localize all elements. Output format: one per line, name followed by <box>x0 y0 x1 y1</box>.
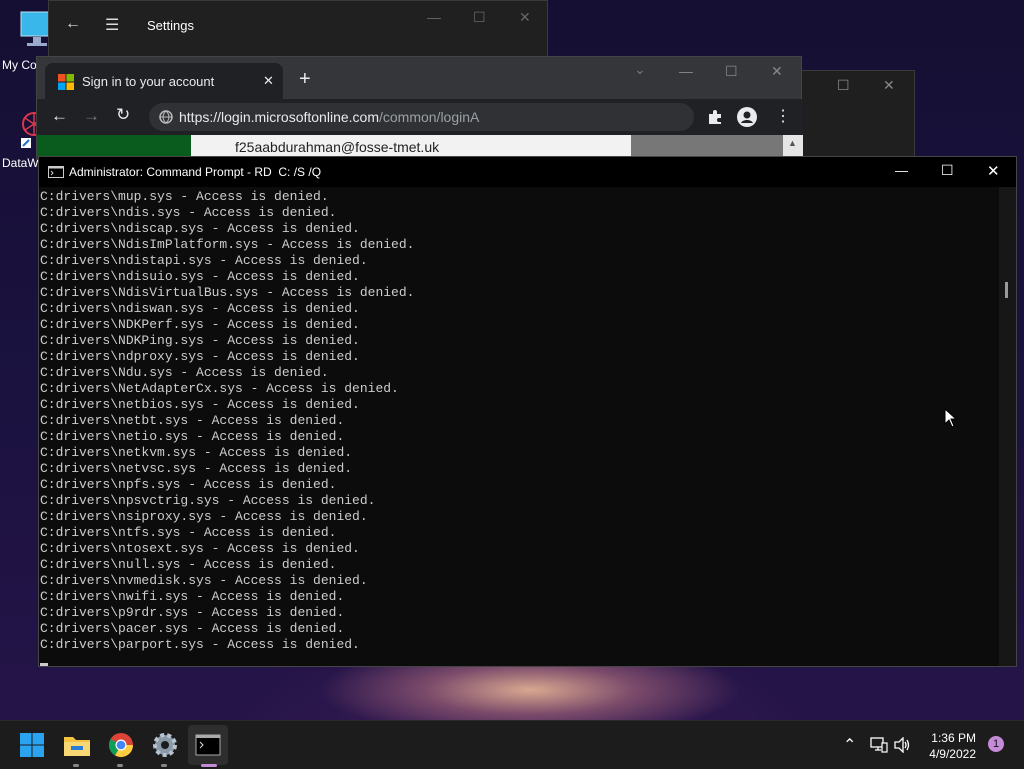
profile-avatar-icon[interactable] <box>737 107 757 127</box>
system-clock[interactable]: 1:36 PM 4/9/2022 <box>929 730 976 762</box>
cmd-scrollbar[interactable] <box>999 187 1016 666</box>
cmd-titlebar[interactable]: Administrator: Command Prompt - RD C: /S… <box>39 157 1016 187</box>
running-indicator <box>117 764 123 767</box>
console-line: C:drivers\netbt.sys - Access is denied. <box>40 413 345 428</box>
mouse-pointer-icon <box>944 408 958 428</box>
cmd-scrollbar-thumb[interactable] <box>1005 282 1008 298</box>
console-line: C:drivers\netvsc.sys - Access is denied. <box>40 461 353 476</box>
url-text: https://login.microsoftonline.com/common… <box>179 109 479 125</box>
address-bar[interactable]: https://login.microsoftonline.com/common… <box>149 103 694 131</box>
url-path: /common/loginA <box>378 109 480 125</box>
chrome-icon[interactable] <box>105 729 137 761</box>
console-line: C:drivers\ndistapi.sys - Access is denie… <box>40 253 368 268</box>
show-hidden-icons-chevron[interactable]: ⌃ <box>843 735 856 755</box>
active-indicator <box>201 764 217 767</box>
taskbar: ⌃ 1:36 PM 4/9/2022 <box>0 720 1024 769</box>
console-line: C:drivers\ndis.sys - Access is denied. <box>40 205 337 220</box>
extensions-puzzle-icon[interactable] <box>707 109 723 125</box>
windows-logo-icon[interactable] <box>16 729 48 761</box>
volume-icon[interactable] <box>894 737 912 753</box>
reload-button[interactable]: ↻ <box>116 105 130 125</box>
desktop: My Co DataW ← ☰ Settings — ☐ ✕ ☐ ✕ Sign … <box>0 0 1024 720</box>
console-line: C:drivers\mup.sys - Access is denied. <box>40 189 329 204</box>
settings-window[interactable]: ← ☰ Settings — ☐ ✕ <box>48 0 548 60</box>
console-line: C:drivers\ndiswan.sys - Access is denied… <box>40 301 360 316</box>
console-line: C:drivers\ndisuio.sys - Access is denied… <box>40 269 360 284</box>
console-line: C:drivers\ntfs.sys - Access is denied. <box>40 525 337 540</box>
cmd-close-button[interactable]: ✕ <box>987 162 1000 180</box>
back-arrow-icon[interactable]: ← <box>65 15 81 33</box>
hamburger-menu-icon[interactable]: ☰ <box>105 15 119 35</box>
console-line: C:drivers\Ndu.sys - Access is denied. <box>40 365 329 380</box>
account-field[interactable]: f25aabdurahman@fosse-tmet.uk <box>191 135 631 157</box>
console-line: C:drivers\npfs.sys - Access is denied. <box>40 477 337 492</box>
page-content: f25aabdurahman@fosse-tmet.uk ▲ <box>37 135 803 157</box>
browser-toolbar: ← → ↻ https://login.microsoftonline.com/… <box>37 99 803 135</box>
cmd-maximize-button[interactable]: ☐ <box>941 162 954 179</box>
console-line: C:drivers\null.sys - Access is denied. <box>40 557 337 572</box>
notification-badge[interactable]: 1 <box>988 736 1004 752</box>
cmd-minimize-button[interactable]: — <box>895 163 908 178</box>
console-line: C:drivers\NdisVirtualBus.sys - Access is… <box>40 285 415 300</box>
green-banner <box>37 135 191 157</box>
console-line: C:drivers\parport.sys - Access is denied… <box>40 637 360 652</box>
console-line: C:drivers\nsiproxy.sys - Access is denie… <box>40 509 368 524</box>
console-line: C:drivers\nvmedisk.sys - Access is denie… <box>40 573 368 588</box>
url-host: https://login.microsoftonline.com <box>179 109 379 125</box>
cmd-icon <box>48 166 64 178</box>
cmd-title: Administrator: Command Prompt - RD C: /S… <box>69 165 322 179</box>
network-icon[interactable] <box>870 737 888 753</box>
console-line: C:drivers\netkvm.sys - Access is denied. <box>40 445 353 460</box>
site-info-icon <box>159 110 173 124</box>
tab-title: Sign in to your account <box>82 74 215 89</box>
folder-icon[interactable] <box>61 729 93 761</box>
account-email: f25aabdurahman@fosse-tmet.uk <box>235 139 440 155</box>
console-output[interactable]: C:drivers\mup.sys - Access is denied. C:d… <box>40 189 990 659</box>
tab-search-button[interactable]: ⌄ <box>634 61 646 78</box>
running-indicator <box>73 764 79 767</box>
console-line: C:drivers\NDKPing.sys - Access is denied… <box>40 333 360 348</box>
page-scrollbar[interactable]: ▲ <box>783 135 803 157</box>
browser-close-button[interactable]: ✕ <box>771 63 783 80</box>
text-cursor <box>40 663 48 666</box>
tab-sign-in[interactable]: Sign in to your account ✕ <box>45 63 283 99</box>
console-line: C:drivers\ndproxy.sys - Access is denied… <box>40 349 360 364</box>
settings-close-button[interactable]: ✕ <box>519 9 531 26</box>
background-window-maximize-button[interactable]: ☐ <box>837 77 850 94</box>
console-line: C:drivers\NdisImPlatform.sys - Access is… <box>40 237 415 252</box>
gear-icon[interactable] <box>149 729 181 761</box>
console-line: C:drivers\p9rdr.sys - Access is denied. <box>40 605 345 620</box>
page-grey-area <box>631 135 783 157</box>
clock-date: 4/9/2022 <box>929 747 976 761</box>
desktop-icon-label: My Co <box>2 58 37 72</box>
browser-window[interactable]: Sign in to your account ✕ + ⌄ — ☐ ✕ ← → … <box>36 56 803 160</box>
terminal-icon[interactable] <box>192 729 224 761</box>
console-line: C:drivers\nwifi.sys - Access is denied. <box>40 589 345 604</box>
browser-menu-button[interactable]: ⋮ <box>775 106 791 126</box>
console-line: C:drivers\ndiscap.sys - Access is denied… <box>40 221 360 236</box>
background-window-close-button[interactable]: ✕ <box>883 77 895 94</box>
console-line: C:drivers\netio.sys - Access is denied. <box>40 429 345 444</box>
settings-minimize-button[interactable]: — <box>427 9 441 25</box>
settings-maximize-button[interactable]: ☐ <box>473 9 486 26</box>
browser-minimize-button[interactable]: — <box>679 63 693 79</box>
new-tab-button[interactable]: + <box>299 68 311 91</box>
browser-maximize-button[interactable]: ☐ <box>725 63 738 80</box>
console-line: C:drivers\NDKPerf.sys - Access is denied… <box>40 317 360 332</box>
tab-close-button[interactable]: ✕ <box>263 73 274 89</box>
console-line: C:drivers\NetAdapterCx.sys - Access is d… <box>40 381 399 396</box>
forward-button[interactable]: → <box>83 106 100 126</box>
back-button[interactable]: ← <box>51 106 68 126</box>
console-line: C:drivers\ntosext.sys - Access is denied… <box>40 541 360 556</box>
clock-time: 1:36 PM <box>931 731 976 745</box>
settings-title: Settings <box>147 18 194 33</box>
console-line: C:drivers\pacer.sys - Access is denied. <box>40 621 345 636</box>
scroll-up-arrow-icon[interactable]: ▲ <box>788 138 797 148</box>
desktop-icon-label: DataW <box>2 156 39 170</box>
console-line: C:drivers\netbios.sys - Access is denied… <box>40 397 360 412</box>
command-prompt-window[interactable]: Administrator: Command Prompt - RD C: /S… <box>38 156 1017 667</box>
console-line: C:drivers\npsvctrig.sys - Access is deni… <box>40 493 376 508</box>
running-indicator <box>161 764 167 767</box>
microsoft-logo-icon <box>58 74 74 90</box>
